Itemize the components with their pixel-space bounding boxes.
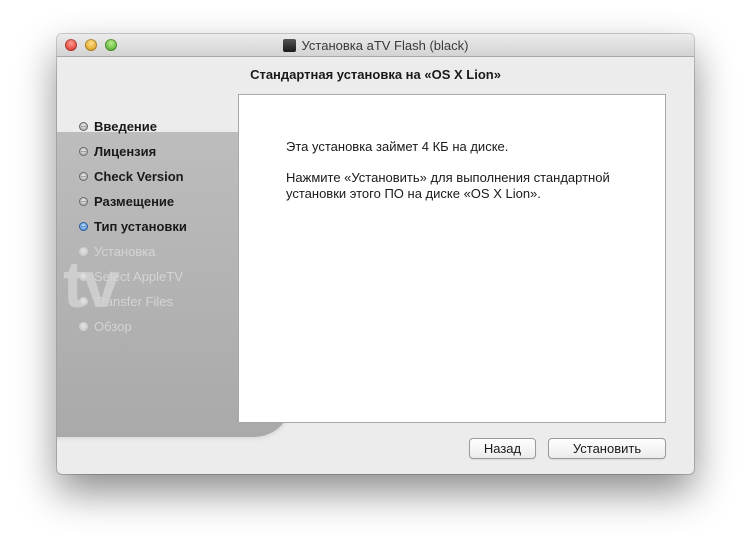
installer-window: Установка aTV Flash (black) Стандартная … <box>57 34 694 474</box>
step-label: Обзор <box>94 319 132 334</box>
step-transfer-files: Transfer Files <box>79 289 187 314</box>
step-label: Тип установки <box>94 219 187 234</box>
install-button[interactable]: Установить <box>548 438 666 459</box>
step-select-appletv: Select AppleTV <box>79 264 187 289</box>
window-title: Установка aTV Flash (black) <box>301 37 469 53</box>
step-bullet-icon <box>79 322 88 331</box>
app-icon <box>282 38 296 52</box>
step-bullet-icon <box>79 172 88 181</box>
step-label: Размещение <box>94 194 175 209</box>
step-introduction: Введение <box>79 114 187 139</box>
step-license: Лицензия <box>79 139 187 164</box>
installer-steps-list: Введение Лицензия Check Version Размещен… <box>79 114 187 339</box>
disk-space-text: Эта установка займет 4 КБ на диске. <box>286 139 509 154</box>
step-bullet-icon <box>79 197 88 206</box>
step-summary: Обзор <box>79 314 187 339</box>
back-button[interactable]: Назад <box>469 438 536 459</box>
content-panel: Эта установка займет 4 КБ на диске. Нажм… <box>238 94 666 423</box>
desktop: Установка aTV Flash (black) Стандартная … <box>0 0 751 554</box>
step-bullet-icon <box>79 272 88 281</box>
step-label: Установка <box>94 244 156 259</box>
step-bullet-icon <box>79 122 88 131</box>
step-bullet-icon <box>79 147 88 156</box>
step-bullet-icon <box>79 247 88 256</box>
step-installation: Установка <box>79 239 187 264</box>
step-label: Check Version <box>94 169 184 184</box>
window-title-group: Установка aTV Flash (black) <box>57 34 694 56</box>
page-subtitle: Стандартная установка на «OS X Lion» <box>250 67 501 82</box>
step-label: Лицензия <box>94 144 157 159</box>
step-check-version: Check Version <box>79 164 187 189</box>
step-current-bullet-icon <box>79 222 88 231</box>
step-bullet-icon <box>79 297 88 306</box>
step-label: Transfer Files <box>94 294 173 309</box>
step-destination: Размещение <box>79 189 187 214</box>
install-instructions-text: Нажмите «Установить» для выполнения стан… <box>286 170 610 201</box>
title-bar[interactable]: Установка aTV Flash (black) <box>57 34 694 57</box>
step-label: Введение <box>94 119 157 134</box>
step-installation-type: Тип установки <box>79 214 187 239</box>
step-label: Select AppleTV <box>94 269 183 284</box>
